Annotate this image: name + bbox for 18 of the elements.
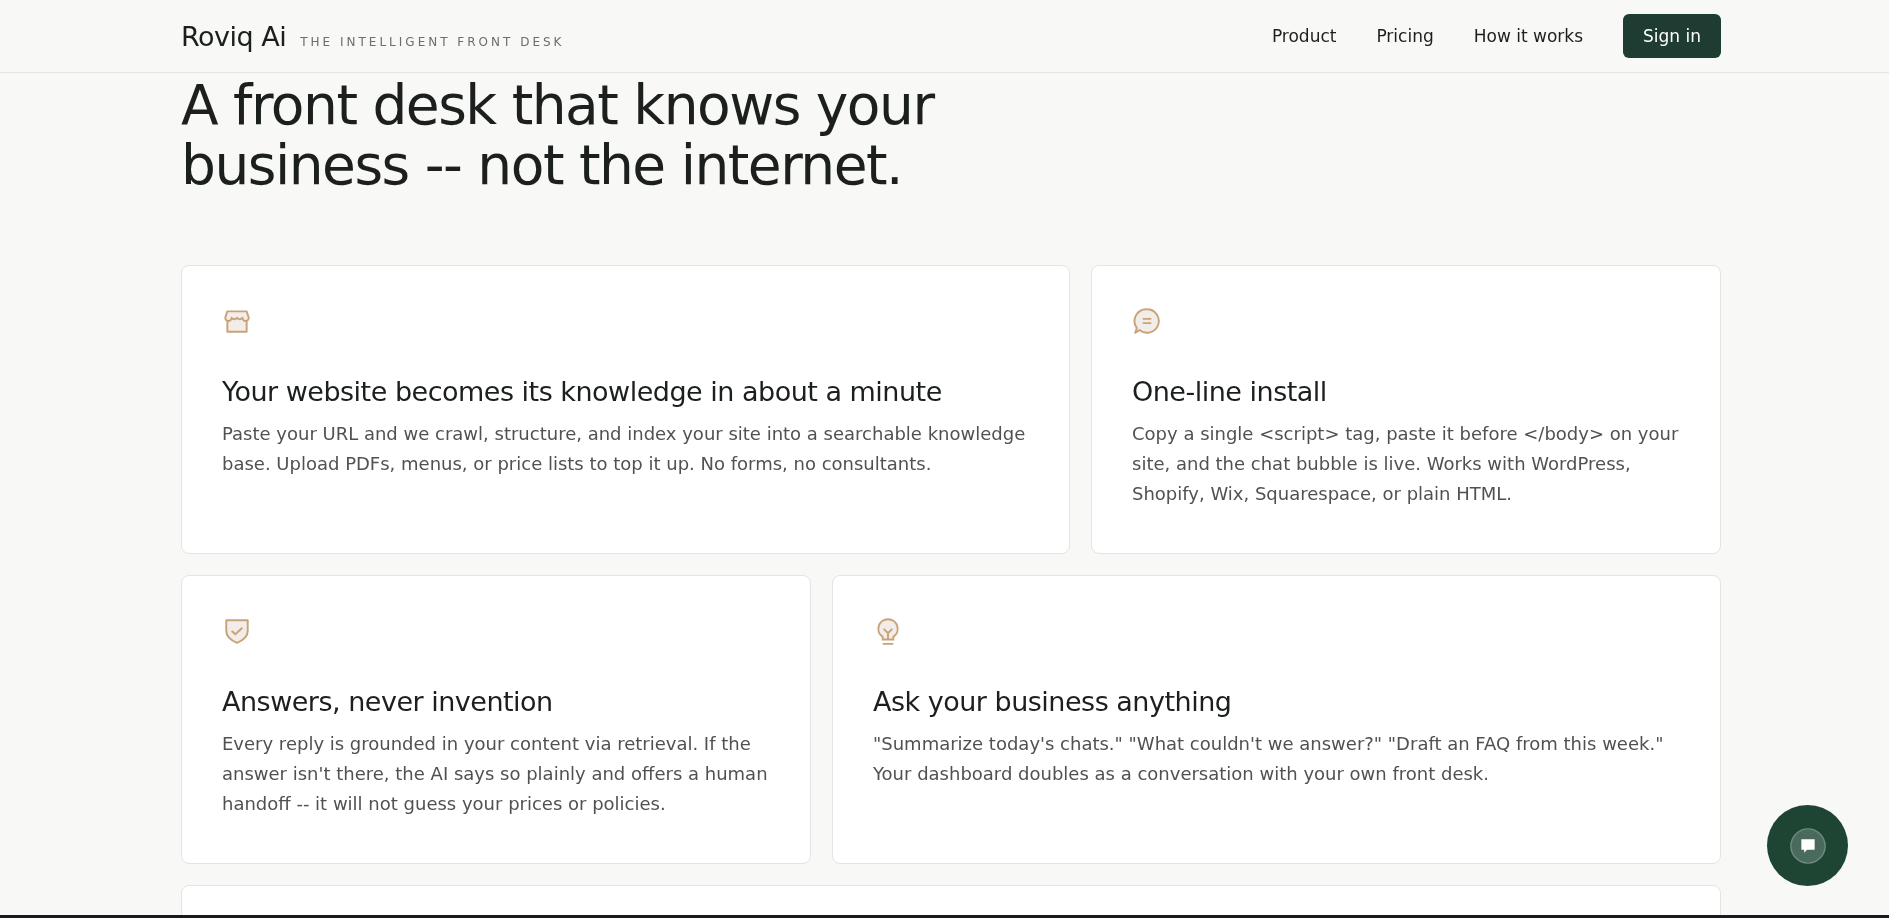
feature-title: One-line install	[1132, 376, 1328, 407]
nav-link[interactable]: Pricing	[1376, 26, 1434, 46]
nav-link[interactable]: How it works	[1473, 26, 1583, 46]
feature-title: Answers, never invention	[222, 686, 554, 717]
feature-title: Ask your business anything	[873, 686, 1233, 717]
feature-title: Your website becomes its knowledge in about a minute	[222, 376, 943, 407]
nav-link[interactable]: Product	[1271, 26, 1337, 46]
feature-description: Copy a single <script> tag, paste it before </body> on your site, and the chat bubble is live. Works with WordPress, Shopify, Wix, Squarespace, or plain HTML.	[1132, 422, 1680, 506]
brand-name[interactable]: Roviq Ai	[181, 20, 287, 52]
brand-tagline: THE INTELLIGENT FRONT DESK	[300, 34, 565, 49]
sign-in-button[interactable]: Sign in	[1623, 14, 1721, 58]
feature-description: Paste your URL and we crawl, structure, and index your site into a searchable knowledge base. Upload PDFs, menus, or price lists to top it up. No forms, no consultants.	[222, 422, 1027, 476]
speech-bubble-icon	[1788, 826, 1827, 865]
shield-check-icon	[222, 616, 252, 646]
feature-description: Every reply is grounded in your content via retrieval. If the answer isn't there, the AI says so plainly and offers a human handoff -- it will not guess your prices or policies.	[222, 732, 769, 816]
feature-description: "Summarize today's chats." "What couldn't we answer?" "Draft an FAQ from this week." Your dashboard doubles as a conversation with your own front desk.	[873, 732, 1665, 786]
hero-heading: A front desk that knows your business -- not the internet.	[181, 75, 936, 195]
speech-bubble-icon	[1132, 306, 1162, 336]
